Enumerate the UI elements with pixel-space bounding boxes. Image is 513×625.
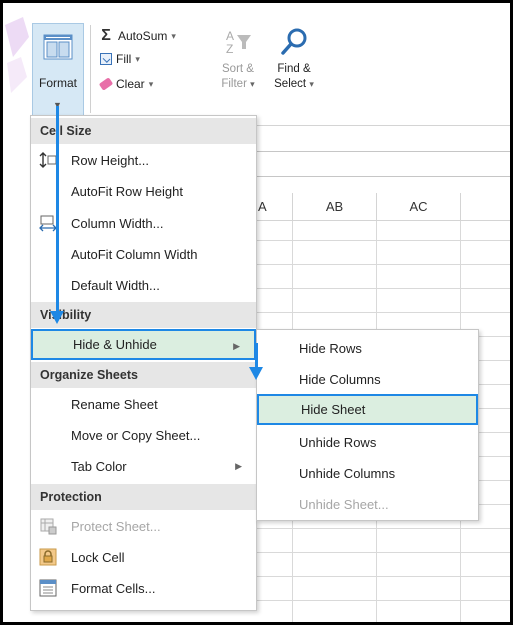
fill-down-icon (100, 53, 112, 65)
menu-item-lock-cell[interactable]: Lock Cell (31, 542, 256, 573)
guide-arrowhead (50, 311, 64, 324)
submenu-item-hide-columns[interactable]: Hide Columns (257, 364, 478, 395)
menu-item-label: AutoFit Row Height (71, 184, 183, 199)
guide-arrowhead-submenu (249, 367, 263, 380)
section-protection: Protection (31, 484, 256, 510)
screenshot-frame: Format ▼ Σ AutoSum ▾ Fill ▾ Clear ▾ A Z … (0, 0, 513, 625)
menu-item-label: Hide & Unhide (73, 337, 157, 352)
row-height-icon (39, 152, 57, 168)
sort-filter-button[interactable]: A Z Sort & Filter ▾ (218, 27, 258, 92)
autosum-label: AutoSum (118, 29, 168, 43)
menu-item-label: Move or Copy Sheet... (71, 428, 201, 443)
format-dropdown-menu: Cell Size Row Height... AutoFit Row Heig… (30, 115, 257, 611)
menu-item-row-height[interactable]: Row Height... (31, 145, 256, 176)
column-header-ac[interactable]: AC (376, 193, 460, 221)
submenu-arrow-icon: ▶ (233, 341, 240, 351)
submenu-item-unhide-rows[interactable]: Unhide Rows (257, 427, 478, 458)
eraser-icon (98, 77, 114, 91)
submenu-item-unhide-sheet[interactable]: Unhide Sheet... (257, 489, 478, 520)
column-header-ab[interactable]: AB (292, 193, 376, 221)
clear-button[interactable]: Clear ▾ (98, 77, 154, 91)
find-select-label-1: Find & (277, 63, 311, 75)
menu-item-label: Tab Color (71, 459, 127, 474)
column-header-next[interactable] (460, 193, 510, 221)
submenu-item-hide-rows[interactable]: Hide Rows (257, 333, 478, 364)
menu-item-column-width[interactable]: Column Width... (31, 208, 256, 239)
svg-text:A: A (226, 29, 234, 43)
menu-item-label: Protect Sheet... (71, 519, 161, 534)
column-width-icon (39, 215, 57, 232)
submenu-arrow-icon: ▶ (235, 461, 242, 471)
magnifier-icon (281, 28, 307, 55)
hide-unhide-submenu: Hide Rows Hide Columns Hide Sheet Unhide… (256, 329, 479, 521)
format-label: Format (38, 76, 77, 90)
submenu-item-hide-sheet[interactable]: Hide Sheet (257, 394, 478, 425)
menu-item-label: Format Cells... (71, 581, 156, 596)
menu-item-label: AutoFit Column Width (71, 247, 198, 262)
chevron-down-icon: ▾ (171, 30, 176, 41)
sigma-icon: Σ (101, 27, 111, 44)
chevron-down-icon: ▾ (148, 78, 154, 89)
section-organize-sheets: Organize Sheets (31, 362, 256, 388)
chevron-down-icon: ▾ (309, 79, 314, 89)
chevron-down-icon: ▾ (135, 53, 140, 64)
sort-filter-label-2: Filter ▾ (221, 78, 255, 90)
fill-label: Fill (116, 52, 132, 66)
menu-item-autofit-row-height[interactable]: AutoFit Row Height (31, 176, 256, 207)
menu-item-label: Default Width... (71, 278, 160, 293)
section-visibility: Visibility (31, 302, 256, 328)
format-cells-dialog-icon (39, 579, 57, 597)
find-select-button[interactable]: Find & Select ▾ (272, 27, 316, 92)
svg-text:Z: Z (226, 42, 233, 56)
watermark-logo (5, 17, 29, 93)
home-ribbon-editing-group: Format ▼ Σ AutoSum ▾ Fill ▾ Clear ▾ A Z … (30, 17, 510, 126)
autosum-button[interactable]: Σ AutoSum ▾ (98, 27, 176, 45)
menu-item-hide-unhide[interactable]: Hide & Unhide ▶ (31, 329, 256, 360)
chevron-down-icon: ▾ (250, 79, 255, 89)
find-select-label-2: Select ▾ (274, 78, 314, 90)
sort-filter-icon: A Z (226, 29, 251, 56)
format-button[interactable]: Format ▼ (32, 23, 84, 119)
sort-filter-label-1: Sort & (222, 63, 254, 75)
clear-label: Clear (116, 77, 145, 91)
lock-icon (39, 548, 57, 566)
menu-item-tab-color[interactable]: Tab Color ▶ (31, 451, 256, 482)
submenu-item-unhide-columns[interactable]: Unhide Columns (257, 458, 478, 489)
format-cells-icon (43, 34, 73, 60)
menu-item-label: Rename Sheet (71, 397, 158, 412)
menu-item-move-copy-sheet[interactable]: Move or Copy Sheet... (31, 420, 256, 451)
menu-item-label: Column Width... (71, 216, 164, 231)
menu-item-label: Row Height... (71, 153, 150, 168)
menu-item-default-width[interactable]: Default Width... (31, 270, 256, 301)
guide-arrow-vertical (56, 106, 59, 314)
menu-item-autofit-column-width[interactable]: AutoFit Column Width (31, 239, 256, 270)
menu-item-rename-sheet[interactable]: Rename Sheet (31, 389, 256, 420)
formula-bar[interactable] (256, 151, 510, 177)
menu-item-protect-sheet[interactable]: Protect Sheet... (31, 511, 256, 542)
section-cell-size: Cell Size (31, 118, 256, 144)
column-header-a[interactable]: A (256, 193, 292, 221)
menu-item-format-cells[interactable]: Format Cells... (31, 573, 256, 604)
menu-item-label: Lock Cell (71, 550, 125, 565)
protect-sheet-icon (40, 518, 57, 535)
guide-arrow-submenu (255, 343, 258, 370)
fill-button[interactable]: Fill ▾ (100, 52, 140, 66)
ribbon-divider (90, 25, 91, 113)
